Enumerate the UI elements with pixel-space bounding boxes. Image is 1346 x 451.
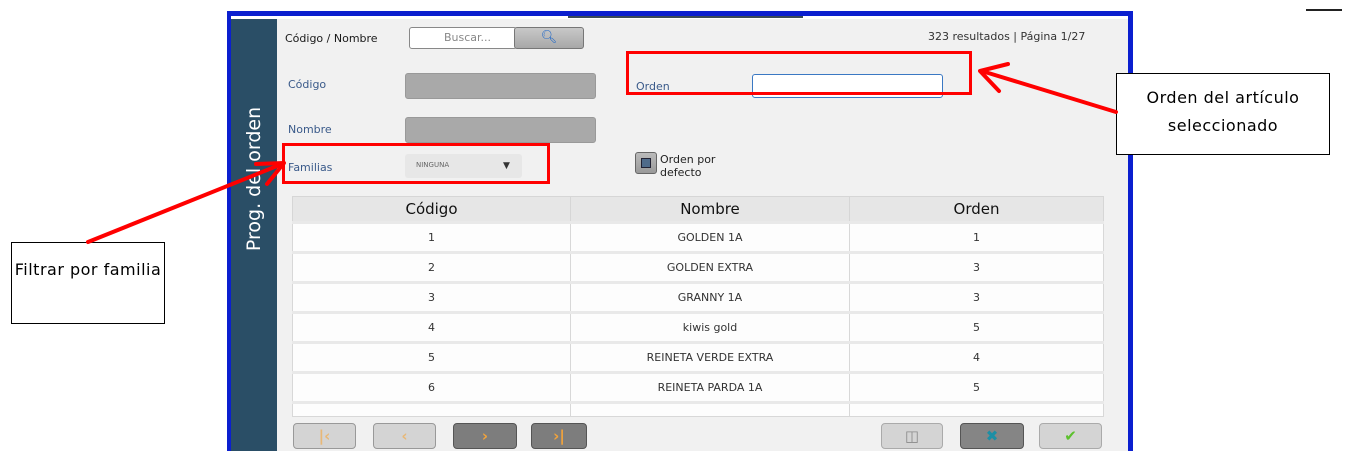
orden-arrow bbox=[983, 70, 1118, 114]
familia-arrow bbox=[86, 162, 284, 244]
annotation-arrows bbox=[86, 62, 1118, 244]
corner-mark bbox=[1306, 9, 1342, 11]
